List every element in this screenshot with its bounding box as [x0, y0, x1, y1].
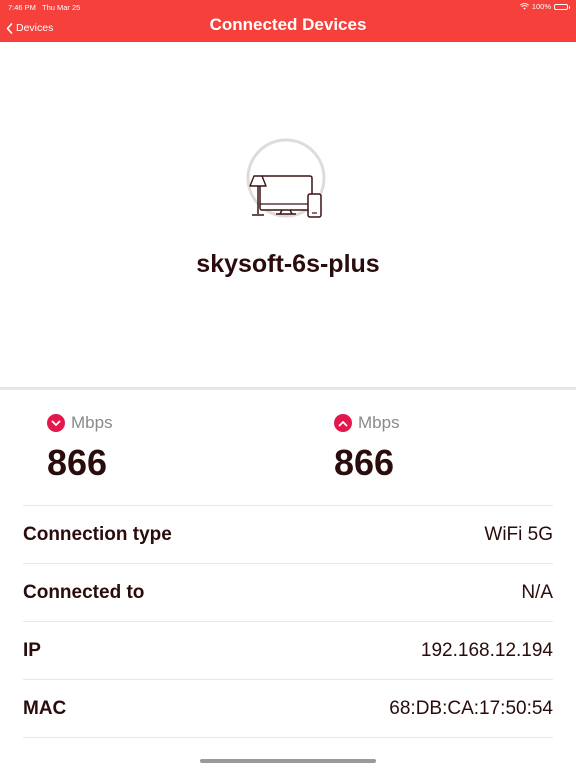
detail-row-ip: IP 192.168.12.194 [23, 621, 553, 679]
download-unit: Mbps [71, 413, 113, 432]
chevron-up-icon [334, 414, 352, 432]
download-value: 866 [47, 442, 108, 483]
section-divider [0, 387, 576, 390]
status-date: Thu Mar 25 [42, 3, 81, 12]
battery-icon [554, 3, 570, 10]
battery-percent: 100% [531, 2, 551, 11]
device-header: skysoft-6s-plus [0, 42, 576, 387]
upload-unit: Mbps [358, 413, 400, 432]
detail-value: 192.168.12.194 [420, 639, 553, 661]
chevron-down-icon [47, 414, 65, 432]
detail-key: IP [23, 639, 41, 661]
devices-icon [246, 138, 326, 218]
status-bar: 7:46 PM Thu Mar 25 100% [0, 0, 576, 14]
detail-row-connection-type: Connection type WiFi 5G [23, 505, 553, 563]
detail-row-connected-to: Connected to N/A [23, 563, 553, 621]
upload-value: 866 [334, 442, 395, 483]
status-right: 100% [519, 2, 570, 11]
detail-key: Connected to [23, 581, 145, 603]
device-name: skysoft-6s-plus [196, 250, 380, 278]
navigation-bar: 7:46 PM Thu Mar 25 100% Devices Connecte… [0, 0, 576, 42]
detail-value: N/A [521, 581, 553, 603]
download-speed-label: Mbps [47, 413, 247, 433]
upload-speed: Mbps 866 [334, 413, 534, 484]
wifi-icon [519, 3, 529, 10]
home-indicator[interactable] [200, 759, 376, 763]
page-title: Connected Devices [209, 15, 367, 34]
upload-speed-label: Mbps [334, 413, 534, 433]
detail-key: Connection type [23, 523, 172, 545]
download-speed: Mbps 866 [47, 413, 247, 484]
detail-row-mac: MAC 68:DB:CA:17:50:54 [23, 679, 553, 738]
detail-key: MAC [23, 697, 67, 719]
detail-value: 68:DB:CA:17:50:54 [389, 697, 553, 719]
status-time: 7:46 PM [8, 3, 36, 12]
detail-value: WiFi 5G [484, 523, 553, 545]
